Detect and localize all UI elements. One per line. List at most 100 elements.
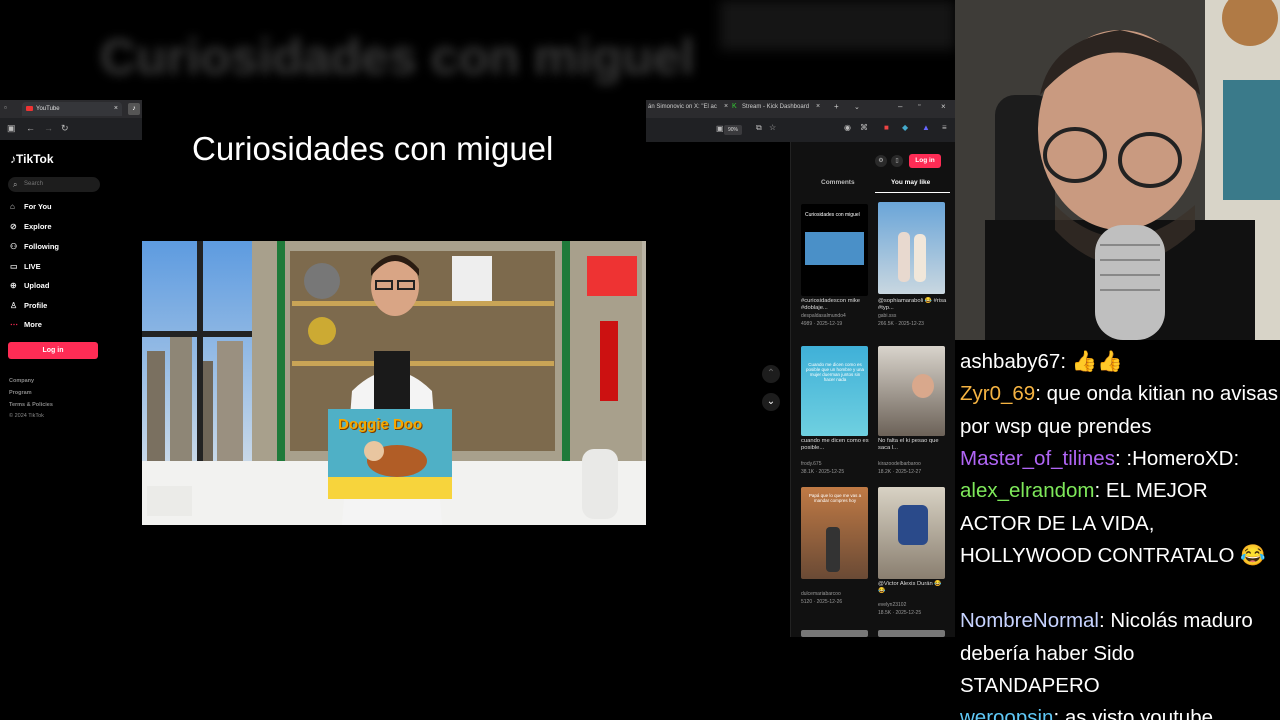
video-stats: 18.2K · 2025-12-27 [878, 469, 922, 475]
nav-more[interactable]: ⋯ More [10, 320, 42, 329]
video-thumbnail[interactable] [878, 487, 945, 579]
tab-comments[interactable]: Comments [821, 179, 855, 186]
back-icon[interactable]: ← [26, 123, 35, 133]
view-count: 18.2K [878, 469, 892, 475]
nav-upload[interactable]: ⊕ Upload [10, 281, 49, 290]
video-user[interactable]: gabi.sss [878, 313, 950, 319]
users-icon: ⚇ [10, 242, 18, 251]
nav-profile[interactable]: ♙ Profile [10, 301, 47, 310]
tab-actions-icon[interactable]: ▫ [4, 103, 7, 112]
view-count: 18.5K [878, 610, 892, 616]
new-tab-icon[interactable]: + [834, 102, 839, 111]
video-title: Curiosidades con miguel [192, 130, 554, 167]
video-caption[interactable]: #curiosidadescon mike #doblaje... [801, 298, 871, 312]
nav-explore[interactable]: ⊘ Explore [10, 222, 52, 231]
chat-username[interactable]: ashbaby67 [960, 350, 1060, 373]
reload-icon[interactable]: ↻ [61, 123, 69, 134]
settings-icon[interactable]: ⚙ [875, 155, 887, 167]
video-caption[interactable]: No falta el ki pesao que saca l... [878, 438, 948, 452]
video-thumbnail[interactable] [878, 346, 945, 436]
menu-icon[interactable]: ≡ [942, 123, 947, 132]
video-user[interactable]: kirazoodelbarbaroo [878, 461, 950, 467]
red-extension-icon[interactable]: ■ [884, 123, 889, 132]
tab-x-post[interactable]: án Simonovic on X: "El ac [648, 104, 717, 110]
video-thumbnail[interactable] [878, 202, 945, 294]
blue-extension-icon[interactable]: ◆ [902, 123, 908, 132]
nav-following[interactable]: ⚇ Following [10, 242, 59, 251]
bookmark-star-icon[interactable]: ☆ [769, 123, 776, 132]
chevron-down-icon[interactable]: ⌄ [854, 103, 860, 111]
previous-video-button[interactable]: ⌃ [762, 365, 780, 383]
puzzle-icon[interactable]: ⌘ [860, 123, 868, 132]
zoom-badge[interactable]: 90% [724, 125, 742, 135]
thumbnail-person [898, 505, 928, 545]
stream-chat: ashbaby67: 👍👍 Zyr0_69: que onda kitian n… [955, 340, 1280, 720]
forward-icon[interactable]: → [44, 123, 53, 133]
video-user[interactable]: dulcemariabarcoo [801, 591, 873, 597]
tab-you-may-like[interactable]: You may like [891, 179, 930, 186]
chat-text: 👍👍 [1071, 350, 1123, 373]
close-icon[interactable]: × [816, 103, 820, 110]
video-thumbnail[interactable] [801, 630, 868, 637]
chat-username[interactable]: NombreNormal [960, 609, 1099, 632]
chat-username[interactable]: Master_of_tilines [960, 447, 1115, 470]
maximize-icon[interactable]: ▫ [918, 102, 920, 109]
chat-message: Zyr0_69: que onda kitian no avisas por w… [960, 382, 1278, 438]
footer-link-program[interactable]: Program [9, 390, 32, 396]
nav-label: Upload [24, 281, 50, 290]
thumbnail-image [805, 232, 864, 265]
video-caption[interactable]: cuando me dicen como es posible... [801, 438, 871, 452]
tab-kick-dashboard[interactable]: Stream - Kick Dashboard [742, 104, 809, 110]
webcam-feed [955, 0, 1280, 340]
close-window-icon[interactable]: × [941, 102, 946, 111]
tiktok-logo[interactable]: ♪TikTok [10, 152, 54, 166]
nav-live[interactable]: ▭ LIVE [10, 262, 41, 271]
thumbnail-person [898, 232, 910, 282]
video-thumbnail[interactable]: Cuando me dicen como es posible que un h… [801, 346, 868, 436]
sidebar-toggle-icon[interactable]: ▣ [7, 123, 16, 134]
close-icon[interactable]: × [114, 102, 118, 116]
video-date: 2025-12-26 [816, 599, 843, 605]
panel-login-button[interactable]: Log in [909, 154, 941, 168]
chat-username[interactable]: alex_elrandom [960, 479, 1094, 502]
login-button[interactable]: Log in [8, 342, 98, 359]
video-user[interactable]: evelyn23102 [878, 602, 950, 608]
tiktok-sidebar: ♪TikTok ⌕ Search ⌂ For You ⊘ Explore ⚇ Foll… [0, 140, 142, 640]
chat-username[interactable]: Zyr0_69 [960, 382, 1035, 405]
chat-username[interactable]: weroopsin [960, 706, 1053, 720]
search-input[interactable]: ⌕ Search [8, 177, 100, 192]
video-thumbnail[interactable] [878, 630, 945, 637]
video-stats: 4989 · 2025-12-19 [801, 321, 843, 327]
chat-message: weroopsin: as visto youtube [960, 702, 1278, 720]
video-caption[interactable]: @Victor Alexis Durán 😂😂 [878, 581, 948, 595]
nav-label: Explore [24, 222, 52, 231]
next-video-button[interactable]: ⌄ [762, 393, 780, 411]
video-stats: 38.1K · 2025-12-25 [801, 469, 845, 475]
thumbnail-object [826, 527, 840, 572]
chat-text: as visto youtube [1064, 706, 1214, 720]
video-thumbnail[interactable]: Curiosidades con miguel [801, 204, 868, 296]
close-icon[interactable]: × [724, 103, 728, 110]
tiktok-tab-icon[interactable]: ♪ [128, 103, 140, 115]
video-caption[interactable]: @sophiamaraboli 😂 #risa #typ... [878, 298, 948, 312]
footer-link-company[interactable]: Company [9, 378, 34, 384]
view-count: 38.1K [801, 469, 815, 475]
video-player[interactable]: Doggie Doo [142, 241, 646, 525]
video-thumbnail[interactable]: Papá que lo que me vas a mandar compres … [801, 487, 868, 579]
translate-icon[interactable]: ⧉ [756, 123, 762, 133]
tab-youtube[interactable]: YouTube × [22, 102, 122, 116]
phone-icon[interactable]: ▯ [891, 155, 903, 167]
nav-label: Profile [24, 301, 48, 310]
video-user[interactable]: despaldasalmundo4 [801, 313, 873, 319]
minimize-icon[interactable]: – [898, 102, 902, 111]
more-icon: ⋯ [10, 320, 18, 329]
nav-label: For You [24, 202, 52, 211]
profile-extension-icon[interactable]: ▲ [922, 123, 930, 132]
footer-link-terms[interactable]: Terms & Policies [9, 402, 53, 408]
footer-copyright: © 2024 TikTok [9, 413, 44, 419]
home-icon: ⌂ [10, 202, 15, 211]
video-user[interactable]: frody.675 [801, 461, 873, 467]
screenshot-icon[interactable]: ▣ [716, 124, 724, 133]
extension-icon[interactable]: ◉ [844, 123, 851, 132]
nav-for-you[interactable]: ⌂ For You [10, 202, 52, 211]
